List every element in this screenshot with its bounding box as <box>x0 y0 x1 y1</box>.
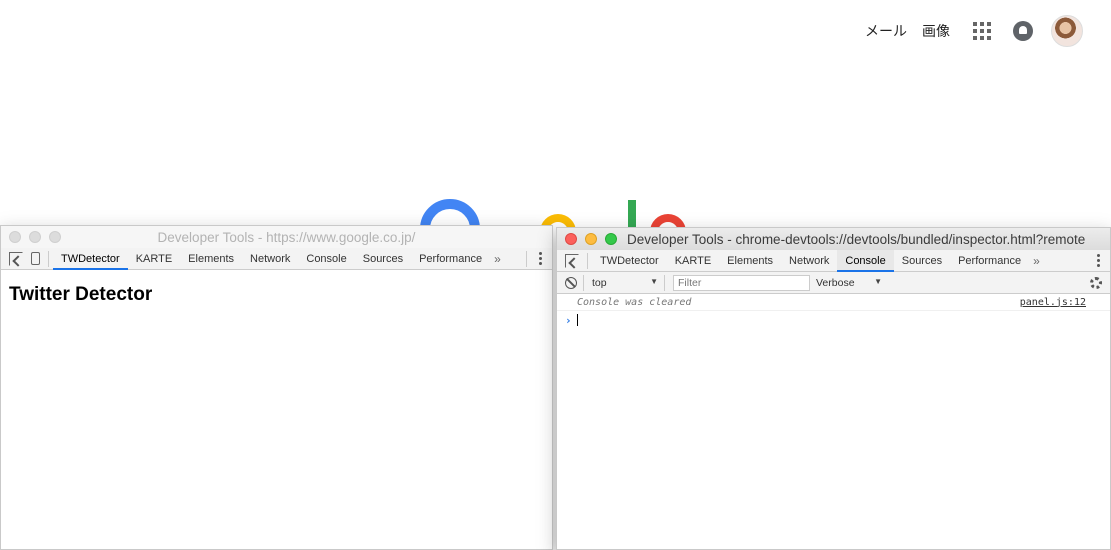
tab-sources[interactable]: Sources <box>355 248 411 270</box>
tab-twdetector[interactable]: TWDetector <box>53 248 128 270</box>
inspect-element-icon[interactable] <box>9 251 23 266</box>
more-tabs-button[interactable]: » <box>1029 254 1044 268</box>
window-title: Developer Tools - https://www.google.co.… <box>157 229 416 245</box>
more-tabs-button[interactable]: » <box>490 252 505 266</box>
tab-network[interactable]: Network <box>242 248 298 270</box>
devtools-tab-bar: TWDetector KARTE Elements Network Consol… <box>557 249 1110 272</box>
close-window-button[interactable] <box>565 233 577 245</box>
panel-content: Twitter Detector <box>1 270 552 320</box>
panel-title: Twitter Detector <box>9 284 153 305</box>
close-window-button[interactable] <box>9 231 21 243</box>
more-options-icon[interactable] <box>539 251 542 266</box>
prompt-chevron-icon: › <box>565 313 572 327</box>
mail-link[interactable]: メール <box>865 21 907 41</box>
context-selector[interactable]: top ▼ <box>592 277 658 289</box>
tab-elements[interactable]: Elements <box>719 250 781 272</box>
tab-elements[interactable]: Elements <box>180 248 242 270</box>
text-cursor <box>577 314 578 326</box>
window-title: Developer Tools - chrome-devtools://devt… <box>627 231 1086 247</box>
window-titlebar[interactable]: Developer Tools - chrome-devtools://devt… <box>557 228 1110 250</box>
toolbar-divider <box>664 274 665 291</box>
window-titlebar[interactable]: Developer Tools - https://www.google.co.… <box>1 226 552 248</box>
devtools-window-right: Developer Tools - chrome-devtools://devt… <box>556 227 1111 550</box>
tab-karte[interactable]: KARTE <box>667 250 719 272</box>
devtools-window-left: Developer Tools - https://www.google.co.… <box>0 225 553 550</box>
google-top-bar: メール 画像 <box>865 14 1083 48</box>
filter-input[interactable] <box>673 274 810 291</box>
console-toolbar: top ▼ Verbose ▼ <box>557 272 1110 294</box>
minimize-window-button[interactable] <box>585 233 597 245</box>
minimize-window-button[interactable] <box>29 231 41 243</box>
desktop: メール 画像 Developer Tools - https://www.goo… <box>0 0 1111 550</box>
chevron-down-icon: ▼ <box>874 276 882 286</box>
log-level-selector[interactable]: Verbose ▼ <box>816 277 882 289</box>
toolbar-divider <box>48 250 49 267</box>
tab-twdetector[interactable]: TWDetector <box>592 250 667 272</box>
tab-performance[interactable]: Performance <box>411 248 490 270</box>
images-link[interactable]: 画像 <box>922 21 950 41</box>
tab-performance[interactable]: Performance <box>950 250 1029 272</box>
console-message: Console was cleared panel.js:12 <box>557 294 1110 311</box>
toolbar-divider <box>526 250 527 267</box>
log-level-value: Verbose <box>816 276 855 289</box>
console-settings-gear-icon[interactable] <box>1090 276 1102 289</box>
apps-grid-icon[interactable] <box>973 22 991 40</box>
console-output[interactable]: Console was cleared panel.js:12 › <box>557 294 1110 549</box>
chevron-down-icon: ▼ <box>650 276 658 286</box>
account-avatar[interactable] <box>1051 15 1083 47</box>
console-prompt[interactable]: › <box>557 311 1110 329</box>
tab-sources[interactable]: Sources <box>894 250 950 272</box>
tab-console[interactable]: Console <box>837 249 894 272</box>
window-controls <box>565 233 625 245</box>
more-options-icon[interactable] <box>1097 253 1100 268</box>
zoom-window-button[interactable] <box>605 233 617 245</box>
tab-console[interactable]: Console <box>298 248 354 270</box>
notifications-bell-icon[interactable] <box>1013 21 1033 41</box>
tab-karte[interactable]: KARTE <box>128 248 180 270</box>
window-controls <box>9 231 69 243</box>
devtools-tab-bar: TWDetector KARTE Elements Network Consol… <box>1 248 552 270</box>
device-toolbar-icon[interactable] <box>31 252 40 265</box>
inspect-element-icon[interactable] <box>565 253 579 268</box>
tab-network[interactable]: Network <box>781 250 837 272</box>
toolbar-divider <box>587 252 588 269</box>
toolbar-divider <box>583 274 584 291</box>
context-selector-value: top <box>592 276 607 289</box>
console-message-source-link[interactable]: panel.js:12 <box>1020 297 1086 308</box>
console-message-text: Console was cleared <box>577 296 692 308</box>
zoom-window-button[interactable] <box>49 231 61 243</box>
clear-console-icon[interactable] <box>565 276 577 289</box>
